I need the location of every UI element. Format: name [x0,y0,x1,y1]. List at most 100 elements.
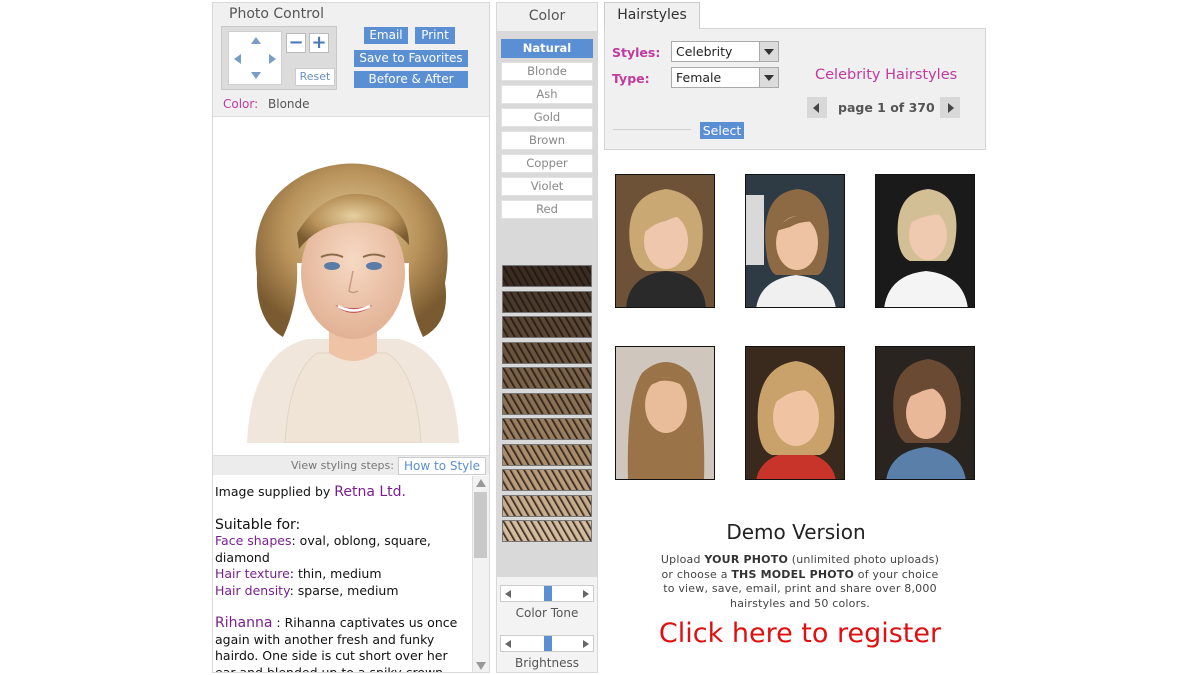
brightness-slider[interactable] [500,635,594,652]
type-label: Type: [612,71,650,86]
hair-swatch[interactable] [502,265,592,287]
brightness-right-icon[interactable] [583,640,589,648]
demo-line-1: Upload YOUR PHOTO (unlimited photo uploa… [640,553,960,568]
type-value: Female [676,70,722,85]
scroll-down-icon[interactable] [476,662,486,670]
photo-control-title: Photo Control [229,6,324,22]
demo-title: Demo Version [726,520,866,544]
prev-page-icon[interactable] [807,97,827,118]
register-link[interactable]: Click here to register [600,618,1000,649]
hair-swatch[interactable] [502,392,592,415]
suitable-heading: Suitable for: [215,516,301,533]
info-scrollbar[interactable] [472,476,489,672]
image-supplier: Retna Ltd. [334,484,407,500]
styles-value: Celebrity [676,44,733,59]
demo-line-2-bold: THS MODEL PHOTO [731,567,855,581]
hair-swatch[interactable] [502,367,592,389]
color-option-red[interactable]: Red [501,200,593,219]
select-button[interactable]: Select [700,122,744,139]
hairstyle-thumbnail[interactable] [745,174,845,308]
scroll-up-icon[interactable] [476,479,486,487]
hair-swatch[interactable] [502,520,592,542]
hair-texture-label: Hair texture [215,566,290,581]
demo-description: Upload YOUR PHOTO (unlimited photo uploa… [640,553,960,611]
color-option-ash[interactable]: Ash [501,85,593,104]
hairstyle-thumbnail[interactable] [745,346,845,480]
demo-line-1-bold: YOUR PHOTO [704,553,788,566]
tone-right-icon[interactable] [583,590,589,598]
hairstyle-thumbnail[interactable] [875,346,975,480]
color-tone-slider[interactable] [500,585,594,602]
image-credit-prefix: Image supplied by [215,484,335,499]
color-option-natural[interactable]: Natural [501,39,593,58]
styling-steps-bar: View styling steps: How to Style [213,455,489,475]
celebrity-photo [876,175,974,307]
move-pad [228,31,282,85]
how-to-style-button[interactable]: How to Style [398,457,486,475]
color-option-copper[interactable]: Copper [501,154,593,173]
page-indicator: page 1 of 370 [838,100,935,115]
hair-density-label: Hair density [215,582,290,598]
hair-swatch[interactable] [502,316,592,338]
hair-texture: Hair texture: thin, medium [215,566,469,583]
chevron-down-icon[interactable] [759,68,778,87]
hairstyle-thumbnail[interactable] [615,346,715,480]
hair-swatch[interactable] [502,443,592,466]
move-up-icon[interactable] [251,37,261,44]
styles-select[interactable]: Celebrity [671,41,779,62]
hair-swatch[interactable] [502,418,592,440]
tone-thumb[interactable] [544,586,552,601]
color-tone-label: Color Tone [515,606,579,620]
styling-steps-label: View styling steps: [291,459,394,472]
next-page-icon[interactable] [940,97,960,118]
celebrity-photo [746,175,844,307]
color-option-blonde[interactable]: Blonde [501,62,593,81]
hair-swatch[interactable] [502,494,592,517]
face-shapes: Face shapes: oval, oblong, square, diamo… [215,533,469,566]
celebrity-photo [746,347,844,479]
demo-line-1-pre: Upload [660,553,705,566]
reset-button[interactable]: Reset [295,68,335,86]
move-down-icon[interactable] [251,72,261,79]
email-button[interactable]: Email [364,27,408,44]
position-pad: − + Reset [221,26,337,90]
color-option-violet[interactable]: Violet [501,177,593,196]
hair-swatch[interactable] [502,290,592,313]
color-panel: Color Natural Blonde Ash Gold Brown Copp… [496,2,598,673]
color-option-gold[interactable]: Gold [501,108,593,127]
before-after-button[interactable]: Before & After [354,71,468,88]
move-right-icon[interactable] [269,54,276,64]
color-title: Color [497,3,597,31]
tab-hairstyles[interactable]: Hairstyles [604,2,700,29]
image-credit: Image supplied by Retna Ltd. [215,484,469,501]
zoom-out-button[interactable]: − [286,33,306,53]
hair-swatch[interactable] [502,469,592,491]
color-option-brown[interactable]: Brown [501,131,593,150]
celebrity-photo [616,175,714,307]
color-label: Color: [223,97,259,111]
hairstyle-thumbnail[interactable] [615,174,715,308]
hair-texture-value: : thin, medium [289,566,382,581]
tone-left-icon[interactable] [505,590,511,598]
chevron-down-icon[interactable] [759,42,778,61]
celebrity-photo [616,347,714,479]
celebrity-photo [876,347,974,479]
save-to-favorites-button[interactable]: Save to Favorites [354,50,468,67]
style-info: Image supplied by Retna Ltd. Suitable fo… [213,476,471,672]
print-button[interactable]: Print [415,27,455,44]
type-select[interactable]: Female [671,67,779,88]
hairstyles-heading: Celebrity Hairstyles [815,67,958,83]
brightness-left-icon[interactable] [505,640,511,648]
hairstyle-thumbnail[interactable] [875,174,975,308]
scroll-thumb[interactable] [474,492,487,558]
demo-line-2-post: of your choice [854,567,939,581]
hair-swatch[interactable] [502,341,592,364]
celebrity-name: Rihanna [215,615,273,631]
brightness-label: Brightness [515,656,579,670]
demo-line-4: hairstyles and 50 colors. [730,596,870,610]
hair-density-value: : sparse, medium [289,582,399,598]
color-tone-control: Color Tone [497,577,597,627]
move-left-icon[interactable] [234,54,241,64]
zoom-in-button[interactable]: + [309,33,329,53]
brightness-thumb[interactable] [544,636,552,651]
